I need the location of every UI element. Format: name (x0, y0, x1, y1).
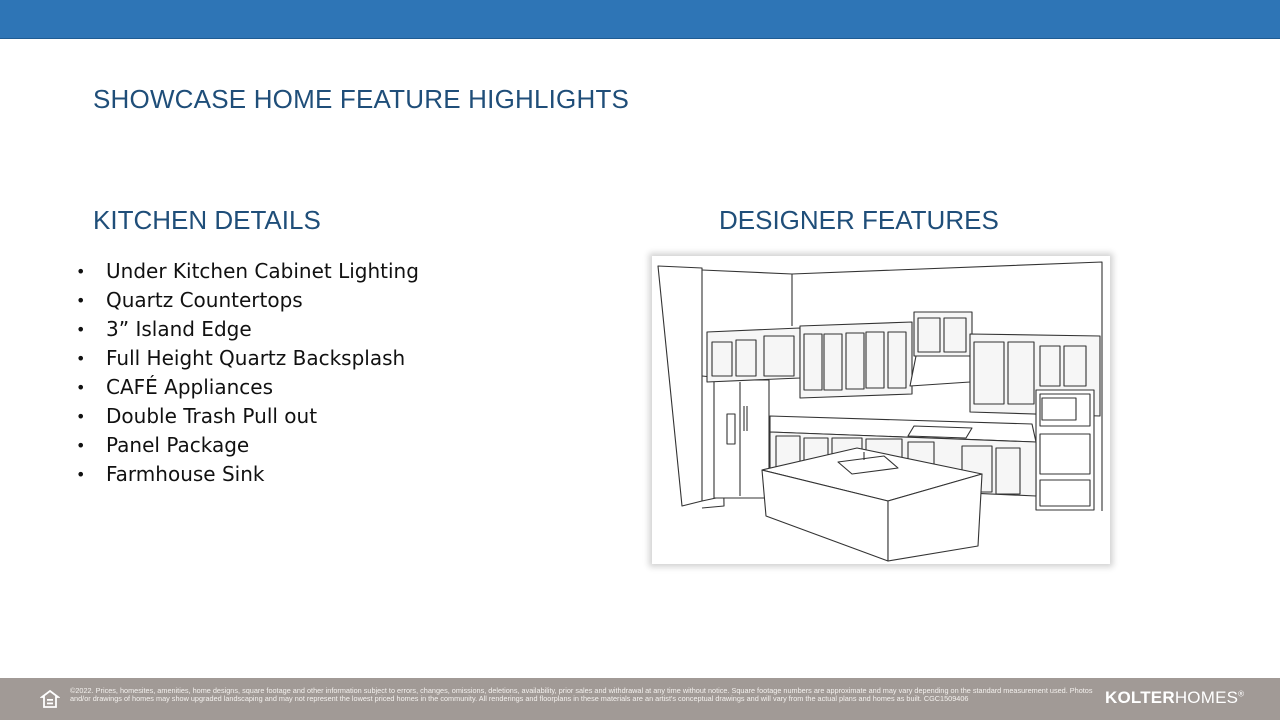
bullet-icon: • (76, 349, 86, 368)
kolter-homes-logo: KOLTERHOMES® (1105, 688, 1245, 707)
bullet-icon: • (76, 407, 86, 426)
list-item-text: CAFÉ Appliances (106, 375, 273, 399)
list-item-text: Full Height Quartz Backsplash (106, 346, 406, 370)
list-item-text: Panel Package (106, 433, 250, 457)
list-item: • Farmhouse Sink (72, 460, 419, 489)
footer-bar: ©2022. Prices, homesites, amenities, hom… (0, 678, 1280, 720)
bullet-icon: • (76, 262, 86, 281)
list-item: • Double Trash Pull out (72, 402, 419, 431)
list-item-text: Farmhouse Sink (106, 462, 265, 486)
list-item: • Full Height Quartz Backsplash (72, 344, 419, 373)
list-item: • Panel Package (72, 431, 419, 460)
equal-housing-opportunity-icon (40, 689, 60, 708)
kitchen-details-list: • Under Kitchen Cabinet Lighting • Quartz … (72, 257, 419, 489)
bullet-icon: • (76, 436, 86, 455)
list-item-text: Double Trash Pull out (106, 404, 318, 428)
kitchen-sketch-image (652, 256, 1110, 564)
bullet-icon: • (76, 291, 86, 310)
bullet-icon: • (76, 378, 86, 397)
top-bar (0, 0, 1280, 39)
designer-features-heading: DESIGNER FEATURES (719, 205, 999, 235)
list-item: • CAFÉ Appliances (72, 373, 419, 402)
list-item-text: 3” Island Edge (106, 317, 252, 341)
legal-disclaimer: ©2022. Prices, homesites, amenities, hom… (70, 686, 1093, 704)
kitchen-details-heading: KITCHEN DETAILS (93, 205, 321, 235)
list-item: • 3” Island Edge (72, 315, 419, 344)
page-title: SHOWCASE HOME FEATURE HIGHLIGHTS (93, 84, 630, 114)
bullet-icon: • (76, 465, 86, 484)
list-item-text: Under Kitchen Cabinet Lighting (106, 259, 419, 283)
list-item: • Quartz Countertops (72, 286, 419, 315)
list-item-text: Quartz Countertops (106, 288, 303, 312)
list-item: • Under Kitchen Cabinet Lighting (72, 257, 419, 286)
bullet-icon: • (76, 320, 86, 339)
